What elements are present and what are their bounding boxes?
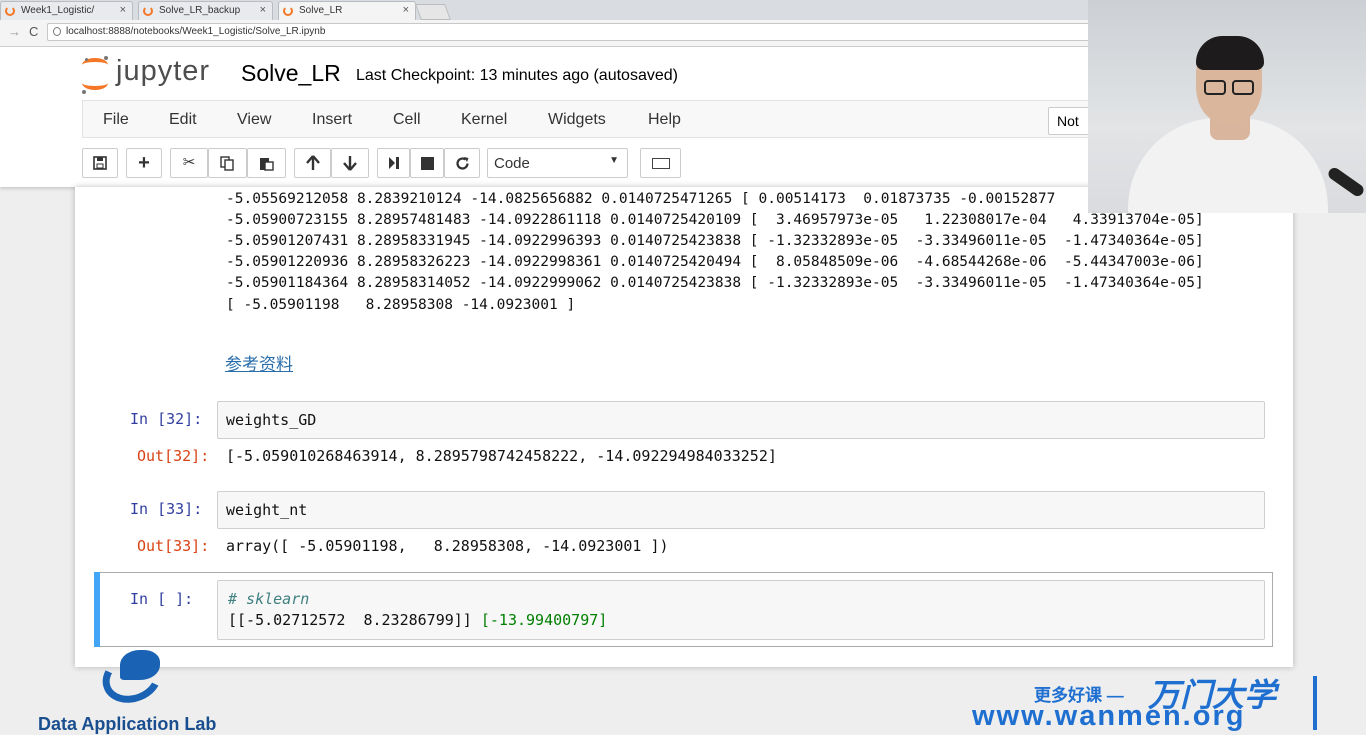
in-prompt: In [ ]: [130, 590, 194, 608]
in-prompt: In [33]: [130, 500, 203, 518]
output-line: -5.05569212058 8.2839210124 -14.08256568… [226, 191, 1056, 207]
save-button[interactable] [82, 148, 118, 178]
menu-bar: File Edit View Insert Cell Kernel Widget… [82, 100, 1092, 138]
arrow-down-icon [343, 156, 357, 171]
tab-label: Solve_LR [299, 5, 343, 16]
output-line: [ -5.05901198 8.28958308 -14.0923001 ] [226, 297, 576, 313]
keyboard-icon [652, 158, 670, 169]
new-tab-button[interactable] [415, 4, 451, 20]
paste-button[interactable] [247, 148, 286, 178]
reference-link[interactable]: 参考资料 [225, 350, 293, 375]
out-prompt: Out[32]: [137, 447, 210, 465]
jupyter-logo-icon[interactable] [82, 56, 110, 94]
browser-tab-week1[interactable]: Week1_Logistic/ × [0, 1, 133, 20]
copy-button[interactable] [208, 148, 247, 178]
jupyter-logo-text[interactable]: jupyter [116, 55, 210, 88]
menu-widgets[interactable]: Widgets [548, 111, 606, 129]
output-line: -5.05901220936 8.28958326223 -14.0922998… [226, 254, 1204, 270]
menu-edit[interactable]: Edit [169, 111, 197, 129]
close-tab-icon[interactable]: × [260, 4, 266, 16]
plus-icon: + [138, 152, 150, 174]
jupyter-favicon-icon [5, 6, 15, 16]
step-run-icon [388, 157, 399, 169]
run-button[interactable] [377, 148, 410, 178]
stop-icon [420, 157, 434, 170]
in-prompt: In [32]: [130, 410, 203, 428]
code-line: [[-5.02712572 8.23286799]] [-13.99400797… [228, 611, 607, 629]
code-line-part: [[-5.02712572 8.23286799]] [228, 611, 481, 629]
selected-cell-indicator [94, 572, 100, 647]
command-palette-button[interactable] [640, 148, 681, 178]
cut-icon: ✂ [182, 154, 196, 171]
lab-name: Data Application Lab [38, 714, 217, 734]
jupyter-favicon-icon [143, 6, 153, 16]
close-tab-icon[interactable]: × [120, 4, 126, 16]
code-input[interactable]: weights_GD [217, 401, 1265, 439]
notebook-title[interactable]: Solve_LR [241, 60, 341, 87]
menu-help[interactable]: Help [648, 111, 681, 129]
code-input[interactable]: weight_nt [217, 491, 1265, 529]
move-down-button[interactable] [331, 148, 369, 178]
menu-cell[interactable]: Cell [393, 111, 421, 129]
output-line: -5.05901207431 8.28958331945 -14.0922996… [226, 233, 1204, 249]
arrow-up-icon [305, 155, 320, 170]
watermark-divider [1313, 676, 1317, 730]
browser-tab-solve-lr-backup[interactable]: Solve_LR_backup × [138, 1, 273, 20]
restart-button[interactable] [444, 148, 480, 178]
data-application-lab-logo: Data Application Lab [38, 645, 258, 734]
code-line-part: [-13.99400797] [480, 611, 608, 629]
restart-icon [455, 157, 469, 170]
code-input[interactable] [217, 580, 1265, 640]
cut-button[interactable]: ✂ [170, 148, 208, 178]
tab-label: Week1_Logistic/ [21, 5, 95, 16]
out-prompt: Out[33]: [137, 537, 210, 555]
cell-output: [-5.059010268463914, 8.2895798742458222,… [226, 447, 777, 465]
browser-tab-solve-lr[interactable]: Solve_LR × [278, 1, 416, 20]
tab-label: Solve_LR_backup [159, 5, 241, 16]
save-icon [93, 156, 107, 170]
page-info-icon[interactable] [53, 27, 61, 36]
url-input[interactable]: localhost:8888/notebooks/Week1_Logistic/… [47, 23, 1107, 41]
cell-output: array([ -5.05901198, 8.28958308, -14.092… [226, 537, 669, 555]
url-text: localhost:8888/notebooks/Week1_Logistic/… [66, 26, 326, 37]
brand-url: www.wanmen.org [972, 700, 1246, 732]
cell-type-select[interactable]: Code ▼ [487, 148, 628, 178]
chevron-down-icon: ▼ [609, 155, 619, 166]
menu-view[interactable]: View [237, 111, 271, 129]
jupyter-favicon-icon [283, 6, 293, 16]
menu-kernel[interactable]: Kernel [461, 111, 507, 129]
checkpoint-status: Last Checkpoint: 13 minutes ago (autosav… [356, 67, 678, 84]
close-tab-icon[interactable]: × [403, 4, 409, 16]
paste-icon [260, 158, 274, 171]
cell-type-value: Code [494, 155, 530, 172]
move-up-button[interactable] [294, 148, 331, 178]
menu-insert[interactable]: Insert [312, 111, 352, 129]
reload-icon[interactable]: C [29, 24, 38, 39]
output-line: -5.05901184364 8.28958314052 -14.0922999… [226, 275, 1204, 291]
menu-file[interactable]: File [103, 111, 129, 129]
copy-icon [220, 156, 234, 171]
webcam-video [1088, 0, 1366, 213]
output-line: -5.05900723155 8.28957481483 -14.0922861… [226, 212, 1204, 228]
forward-icon[interactable]: → [8, 24, 21, 39]
insert-cell-button[interactable]: + [126, 148, 162, 178]
code-comment: # sklearn [228, 590, 310, 608]
interrupt-button[interactable] [410, 148, 444, 178]
